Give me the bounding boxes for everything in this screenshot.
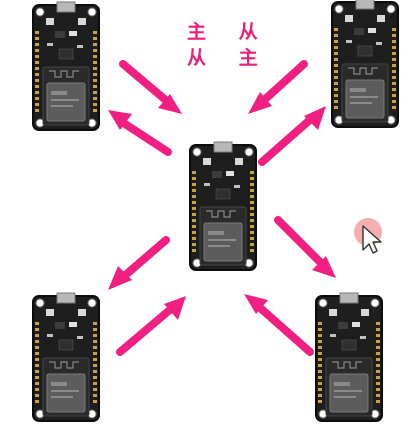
label-slave-master: 从 主 — [187, 47, 271, 69]
arrow-center-to-top-right — [258, 106, 326, 166]
label-master-slave: 主 从 — [187, 21, 271, 43]
arrow-bottom-right-to-center — [244, 294, 314, 356]
esp32-board-bottom-left — [32, 292, 100, 422]
arrow-center-to-bottom-left — [108, 236, 170, 290]
esp32-board-top-left — [32, 1, 100, 131]
arrow-bottom-left-to-center — [116, 296, 186, 356]
mouse-pointer-icon — [354, 218, 382, 254]
esp32-board-center — [189, 141, 257, 271]
esp32-board-bottom-right — [315, 292, 383, 422]
diagram-canvas: 主 从 从 主 — [0, 0, 418, 425]
esp32-board-top-right — [331, 0, 399, 128]
arrow-top-right-to-center — [248, 60, 308, 114]
arrow-center-to-top-left — [108, 110, 172, 156]
arrow-top-left-to-center — [119, 60, 182, 114]
arrow-center-to-bottom-right — [274, 216, 336, 278]
